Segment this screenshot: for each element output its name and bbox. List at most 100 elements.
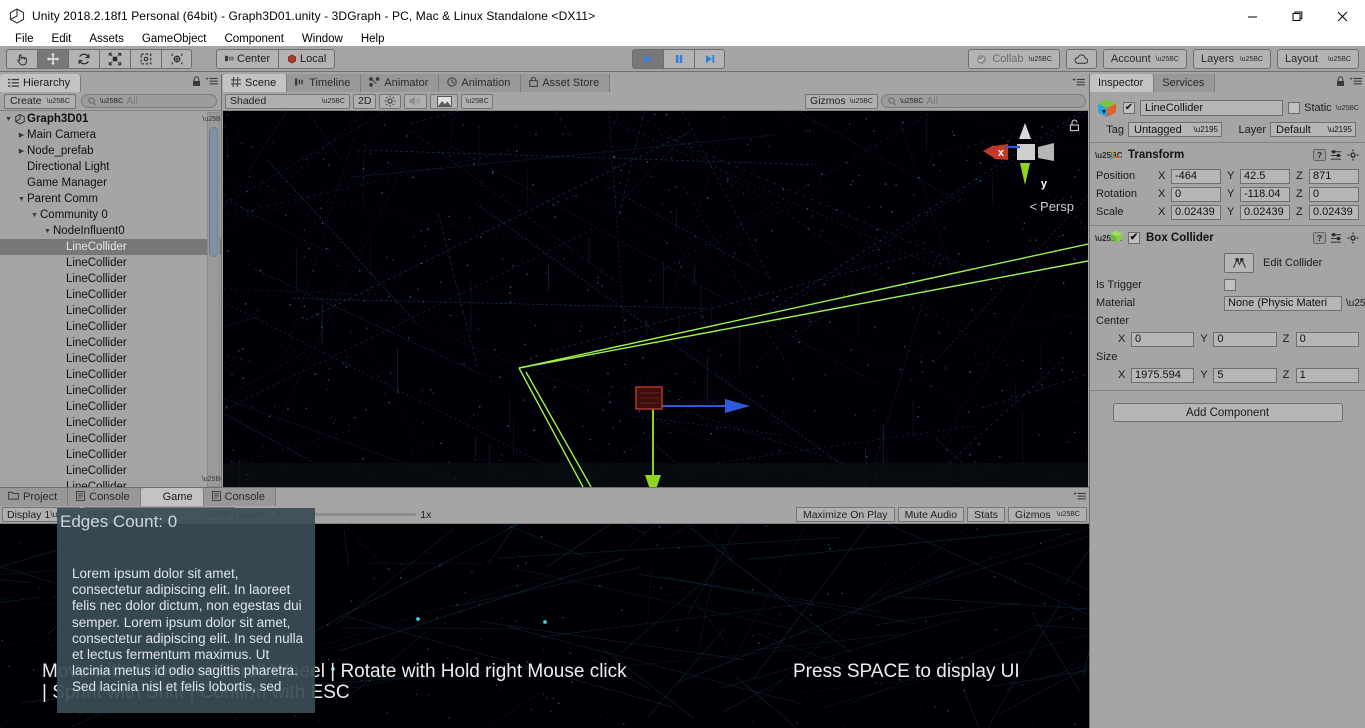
scene-audio-button[interactable]: [404, 93, 428, 109]
collab-button[interactable]: Collab \u25BC: [968, 49, 1060, 69]
scene-effects-dropdown[interactable]: \u25BC: [461, 93, 493, 109]
tab-timeline-1[interactable]: Timeline: [287, 74, 362, 92]
hand-tool-button[interactable]: [6, 48, 37, 69]
center-z-input[interactable]: 0: [1295, 331, 1359, 347]
chevron-down-icon[interactable]: ▼: [3, 116, 14, 123]
menu-gameobject[interactable]: GameObject: [133, 32, 216, 46]
box-collider-enabled-checkbox[interactable]: [1128, 232, 1140, 244]
transform-scale-y-input[interactable]: 0.02439: [1240, 204, 1290, 220]
hierarchy-item[interactable]: LineCollider: [0, 239, 221, 255]
chevron-right-icon[interactable]: ▶: [16, 147, 27, 155]
scroll-down-icon[interactable]: \u25BC: [202, 473, 221, 486]
hierarchy-scrollbar[interactable]: \u25B2 \u25BC: [202, 112, 221, 487]
hierarchy-item[interactable]: LineCollider: [0, 399, 221, 415]
transform-rotation-x-input[interactable]: 0: [1171, 186, 1221, 202]
create-button[interactable]: Create \u25BC: [4, 93, 76, 109]
tab-inspector[interactable]: Inspector: [1090, 74, 1155, 92]
scrollbar-thumb[interactable]: [209, 127, 218, 257]
transform-rotation-y-input[interactable]: -118.04: [1240, 186, 1290, 202]
gameobject-name-input[interactable]: LineCollider: [1140, 100, 1284, 116]
chevron-down-icon[interactable]: ▼: [29, 212, 40, 219]
rect-tool-button[interactable]: [130, 48, 161, 69]
lock-icon[interactable]: [1336, 76, 1345, 90]
tab-project[interactable]: Project: [0, 488, 69, 506]
tab-console-3[interactable]: Console: [203, 488, 276, 506]
hierarchy-item[interactable]: LineCollider: [0, 415, 221, 431]
transform-scale-z-input[interactable]: 0.02439: [1309, 204, 1359, 220]
chevron-down-icon[interactable]: ▼: [16, 196, 27, 203]
transform-scale-x-input[interactable]: 0.02439: [1171, 204, 1221, 220]
game-gizmos-button[interactable]: Gizmos \u25BC: [1008, 507, 1087, 522]
scene-lighting-button[interactable]: [379, 93, 402, 109]
hierarchy-item[interactable]: Directional Light: [0, 159, 221, 175]
menu-edit[interactable]: Edit: [43, 32, 81, 46]
hierarchy-item[interactable]: ▼ NodeInfluent0: [0, 223, 221, 239]
hierarchy-item[interactable]: LineCollider: [0, 287, 221, 303]
hierarchy-item[interactable]: LineCollider: [0, 367, 221, 383]
tab-hierarchy[interactable]: Hierarchy: [0, 74, 82, 92]
static-toggle[interactable]: Static \u25BC: [1288, 102, 1359, 114]
chevron-right-icon[interactable]: ▶: [16, 131, 27, 139]
perspective-label[interactable]: < Persp: [1029, 199, 1074, 214]
gear-icon[interactable]: [1346, 149, 1360, 162]
gear-icon[interactable]: [1346, 232, 1360, 245]
lock-icon[interactable]: [192, 76, 201, 90]
rotate-tool-button[interactable]: [68, 48, 99, 69]
hierarchy-item[interactable]: ▶ Main Camera: [0, 127, 221, 143]
is-trigger-checkbox[interactable]: [1224, 279, 1236, 291]
move-tool-button[interactable]: [37, 48, 68, 69]
scene-orientation-gizmo[interactable]: [968, 117, 1078, 203]
layers-button[interactable]: Layers \u25BC: [1193, 49, 1271, 69]
cloud-button[interactable]: [1065, 49, 1097, 69]
help-icon[interactable]: ?: [1312, 232, 1326, 245]
scroll-up-icon[interactable]: \u25B2: [202, 113, 221, 126]
scene-viewport[interactable]: x y < Persp: [223, 111, 1088, 488]
scene-effects-button[interactable]: [430, 93, 459, 109]
layout-button[interactable]: Layout \u25BC: [1277, 49, 1359, 69]
minimize-button[interactable]: [1230, 0, 1275, 32]
transform-position-y-input[interactable]: 42.5: [1240, 168, 1290, 184]
hierarchy-item[interactable]: LineCollider: [0, 463, 221, 479]
tab-console-1[interactable]: Console: [68, 488, 141, 506]
menu-file[interactable]: File: [6, 32, 43, 46]
hierarchy-search-input[interactable]: \u25BC All: [80, 94, 217, 108]
draw-mode-dropdown[interactable]: Shaded \u25BC: [225, 93, 350, 109]
account-button[interactable]: Account \u25BC: [1102, 49, 1187, 69]
play-button[interactable]: [632, 49, 663, 69]
maximize-on-play-button[interactable]: Maximize On Play: [795, 507, 895, 522]
help-icon[interactable]: ?: [1312, 149, 1326, 162]
menu-component[interactable]: Component: [215, 32, 292, 46]
transform-tool-button[interactable]: [161, 48, 192, 69]
hierarchy-item[interactable]: LineCollider: [0, 351, 221, 367]
hierarchy-item[interactable]: LineCollider: [0, 303, 221, 319]
preset-icon[interactable]: [1329, 232, 1343, 245]
inspector-menu-icon[interactable]: [1349, 77, 1362, 89]
close-button[interactable]: [1320, 0, 1365, 32]
hierarchy-item[interactable]: ▼ Parent Comm: [0, 191, 221, 207]
object-picker-icon[interactable]: \u25C9: [1346, 298, 1365, 309]
game-menu-icon[interactable]: [1073, 492, 1086, 504]
hierarchy-item[interactable]: LineCollider: [0, 271, 221, 287]
pivot-mode-button[interactable]: Center: [216, 48, 279, 69]
hierarchy-item[interactable]: LineCollider: [0, 319, 221, 335]
hierarchy-item[interactable]: LineCollider: [0, 335, 221, 351]
step-button[interactable]: [694, 49, 725, 69]
hierarchy-item[interactable]: LineCollider: [0, 431, 221, 447]
hierarchy-item[interactable]: LineCollider: [0, 255, 221, 271]
hierarchy-item[interactable]: ▶ Node_prefab: [0, 143, 221, 159]
stats-button[interactable]: Stats: [967, 507, 1006, 522]
transform-position-x-input[interactable]: -464: [1171, 168, 1221, 184]
pause-button[interactable]: [663, 49, 694, 69]
space-mode-button[interactable]: Local: [278, 48, 336, 69]
scene-gizmos-button[interactable]: Gizmos \u25BC: [805, 93, 878, 109]
add-component-button[interactable]: Add Component: [1112, 403, 1343, 422]
transform-rotation-z-input[interactable]: 0: [1309, 186, 1359, 202]
maximize-button[interactable]: [1275, 0, 1320, 32]
tab-animator-2[interactable]: Animator: [361, 74, 440, 92]
foldout-icon[interactable]: \u25BC: [1095, 151, 1123, 160]
tab-scene[interactable]: Scene: [223, 74, 288, 92]
tab-services-1[interactable]: Services: [1154, 74, 1216, 92]
mute-audio-button[interactable]: Mute Audio: [897, 507, 965, 522]
scale-tool-button[interactable]: [99, 48, 130, 69]
tab-asset-store-4[interactable]: Asset Store: [521, 74, 611, 92]
